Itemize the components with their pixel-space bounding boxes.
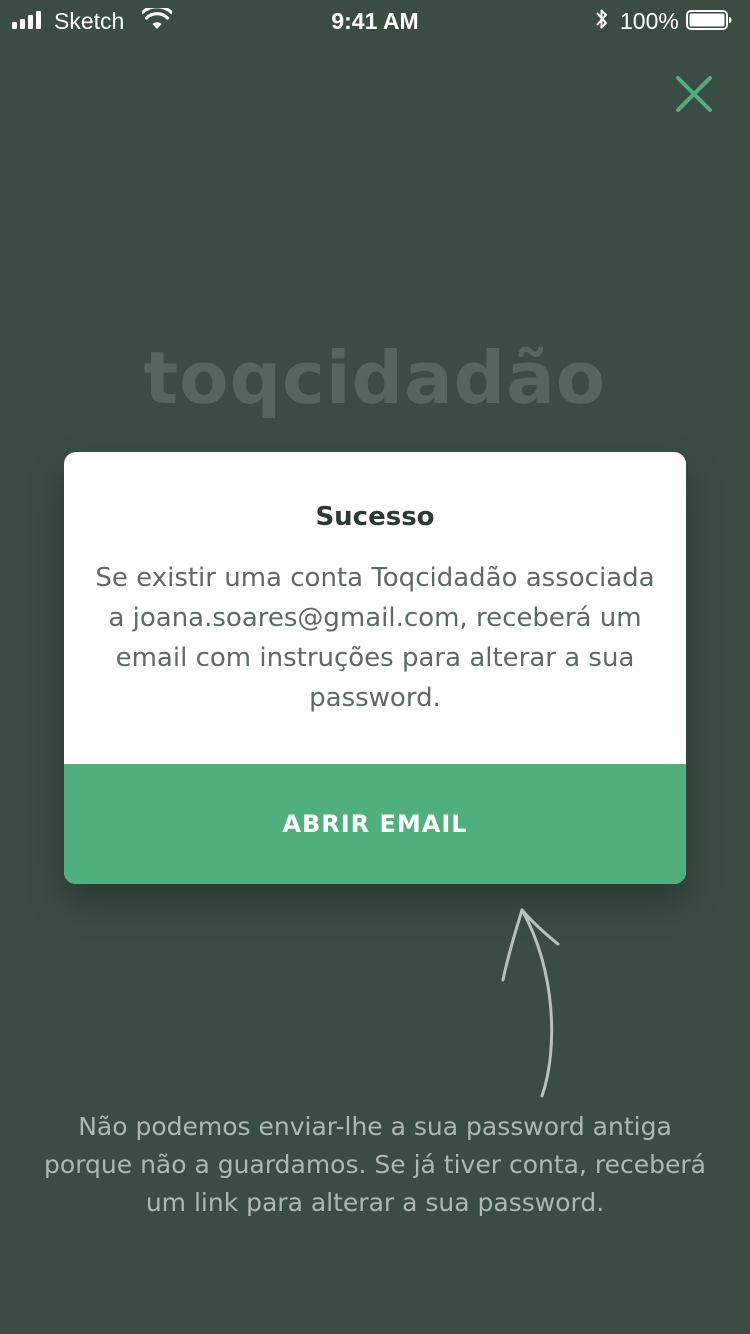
bluetooth-icon <box>596 9 607 29</box>
status-bar: Sketch 9:41 AM 100% <box>0 0 750 40</box>
open-email-button[interactable]: ABRIR EMAIL <box>64 764 686 884</box>
battery-percent: 100% <box>620 8 679 34</box>
dialog-message: Se existir uma conta Toqcidadão associad… <box>95 563 655 713</box>
battery-icon <box>686 10 732 30</box>
app-logo: toqcidadão <box>143 336 607 420</box>
dialog-title: Sucesso <box>315 502 435 532</box>
password-reset-screen: Sketch 9:41 AM 100% toqcidadão Sucesso S… <box>0 0 750 1334</box>
arrow-icon <box>501 908 560 1098</box>
success-dialog: Sucesso Se existir uma conta Toqcidadão … <box>64 452 686 884</box>
password-hint-text: Não podemos enviar-lhe a sua password an… <box>44 1112 706 1217</box>
close-icon[interactable] <box>670 70 718 118</box>
